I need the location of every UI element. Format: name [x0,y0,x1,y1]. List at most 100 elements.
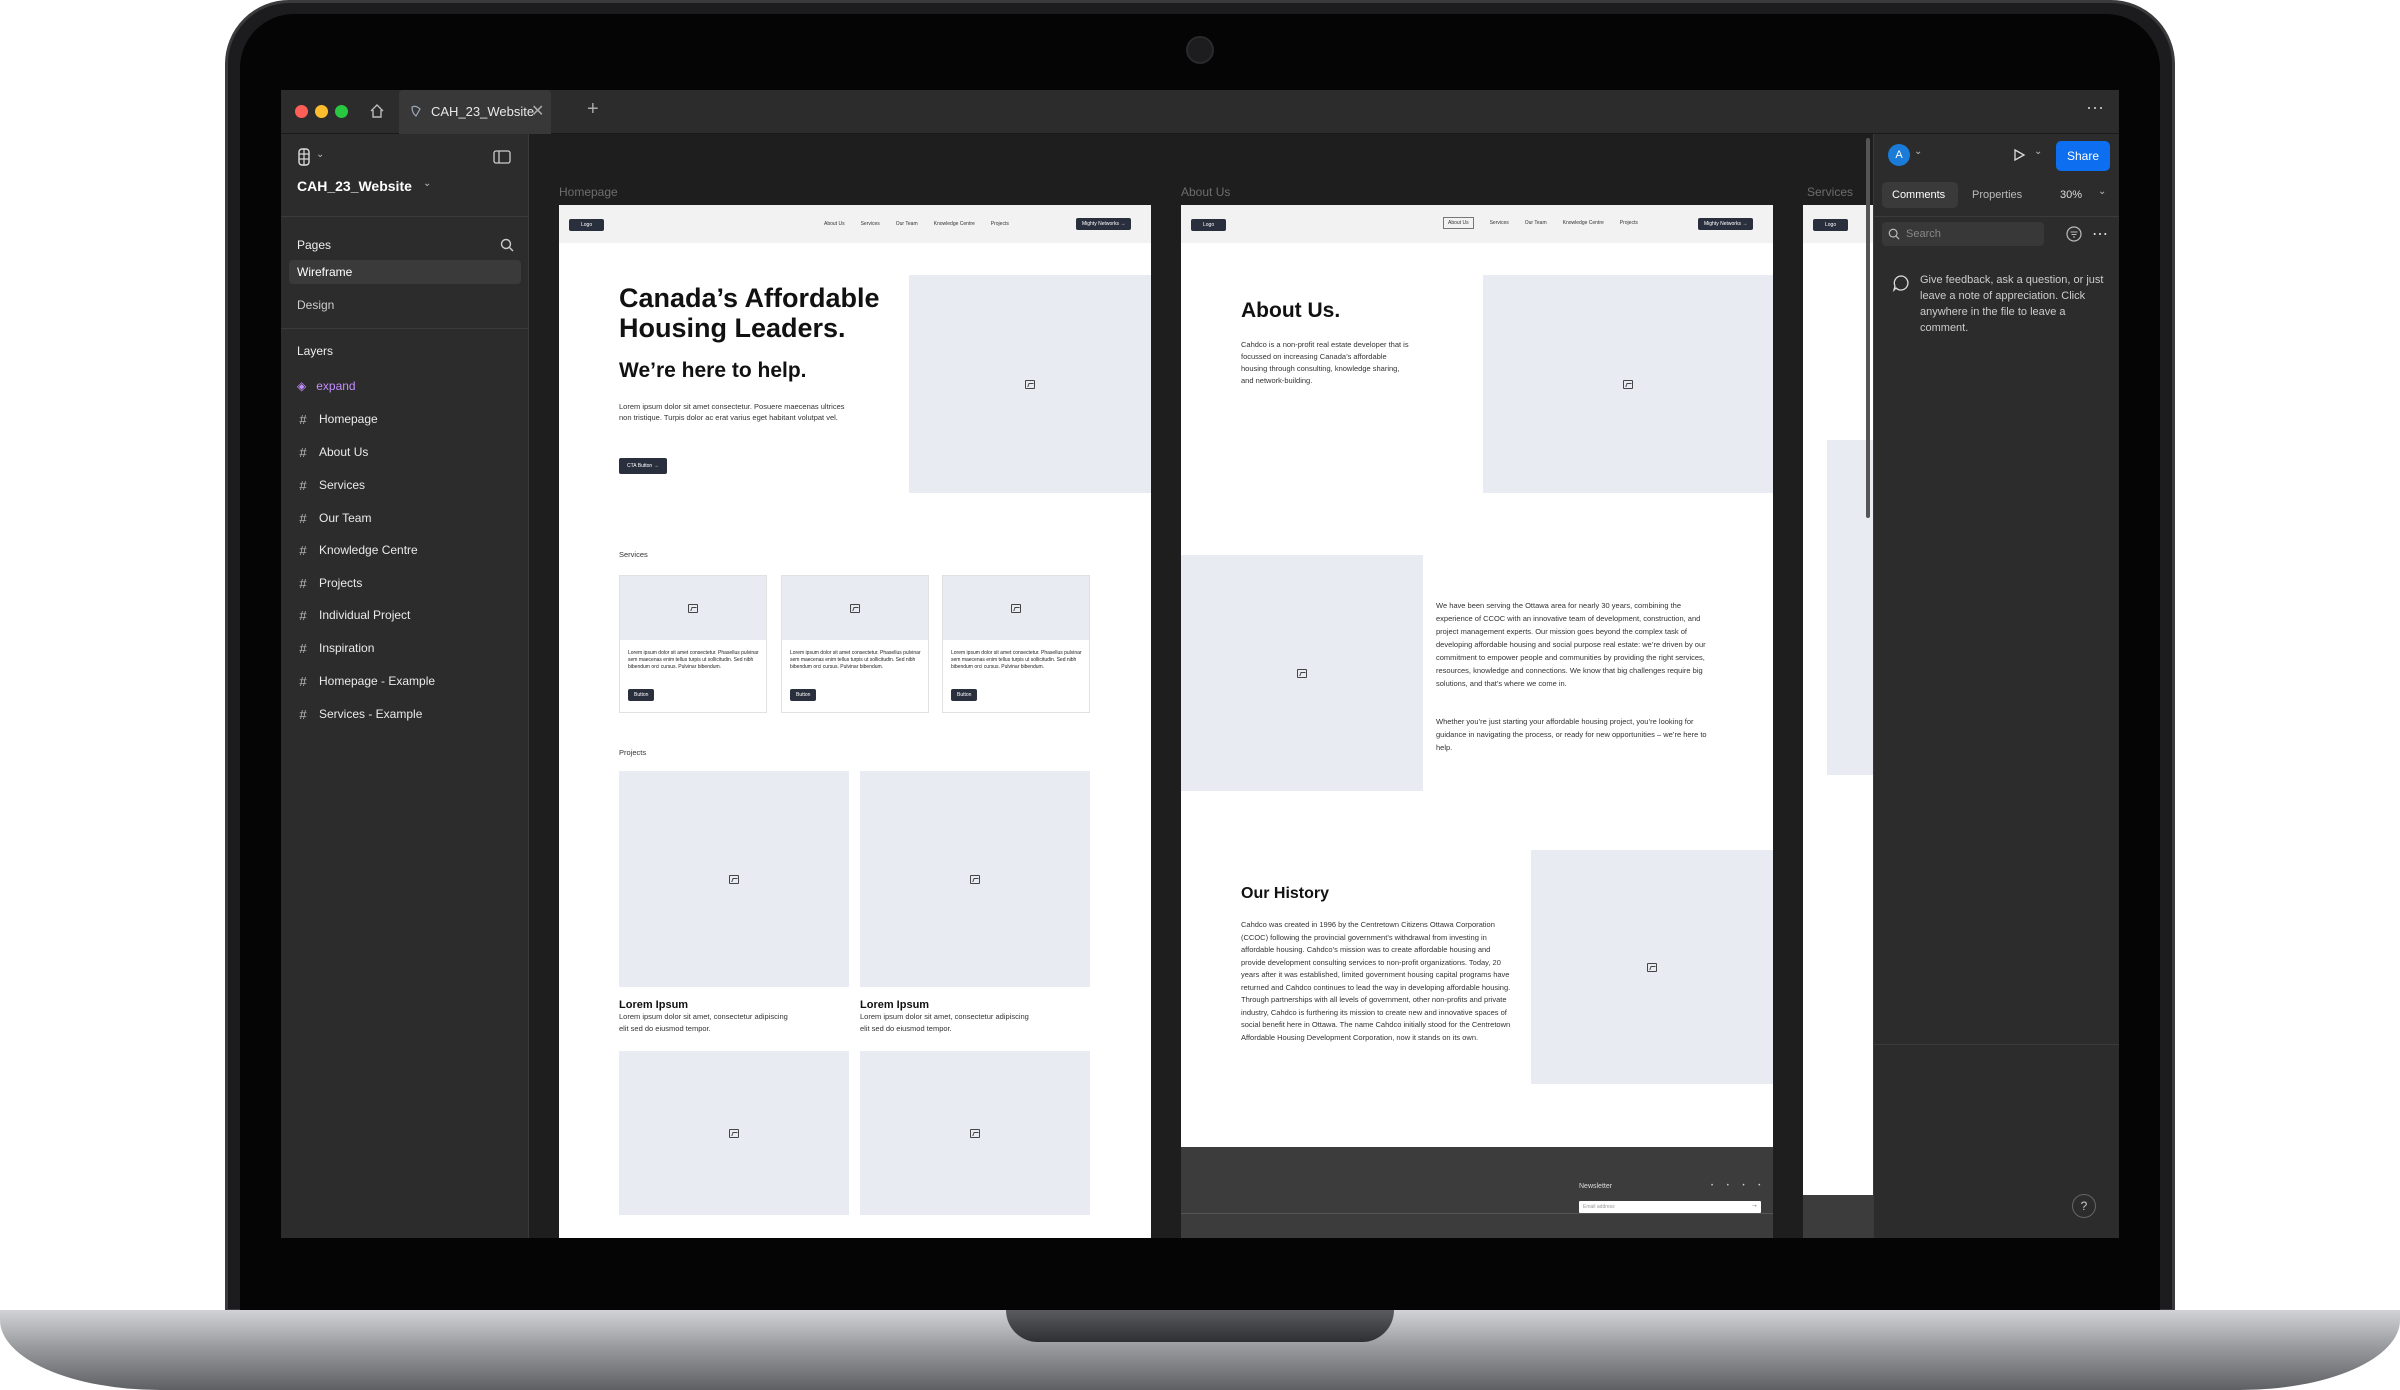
maximize-window-button[interactable] [335,105,348,118]
image-icon [729,1128,739,1138]
frame-icon: # [299,706,307,722]
logo: Logo [1191,219,1227,231]
frame-label-homepage[interactable]: Homepage [559,185,618,199]
avatar[interactable]: A [1888,144,1910,166]
layer-item-homepage-example[interactable]: # Homepage - Example [297,671,435,691]
layer-item-about-us[interactable]: # About Us [297,442,368,462]
chevron-down-icon[interactable]: ⌄ [2098,186,2106,197]
social-icons[interactable]: • • • • [1711,1183,1766,1189]
nav-link[interactable]: Our Team [1525,220,1547,226]
card-button[interactable]: Button [951,689,978,701]
chevron-down-icon[interactable]: ⌄ [2034,146,2042,157]
layer-item-knowledge-centre[interactable]: # Knowledge Centre [297,540,417,560]
laptop-mockup: CAH_23_Website ✕ + ⋯ ⌄ CAH_23_Website ⌄ … [0,0,2400,1390]
frame-label-about-us[interactable]: About Us [1181,185,1230,199]
about-title: About Us. [1241,299,1341,322]
search-icon[interactable] [500,238,514,252]
nav-link[interactable]: Projects [991,221,1009,227]
layer-item-expand[interactable]: ◈ expand [297,376,356,396]
about-image-placeholder [1483,275,1773,493]
help-button[interactable]: ? [2072,1194,2096,1218]
project-image-placeholder [619,771,849,987]
layer-item-individual-project[interactable]: # Individual Project [297,605,410,625]
layer-item-homepage[interactable]: # Homepage [297,409,377,429]
comments-hint: Give feedback, ask a question, or just l… [1920,274,2104,334]
frame-icon: # [299,575,307,591]
nav-link[interactable]: Services [1490,220,1509,226]
right-panel: A ⌄ ⌄ Share Comments Properties 30% ⌄ Se… [1873,134,2119,1238]
logo: Logo [569,219,605,231]
new-tab-icon[interactable]: + [587,98,599,121]
tab-properties[interactable]: Properties [1972,189,2022,201]
nav-link[interactable]: Projects [1620,220,1638,226]
card-button[interactable]: Button [790,689,817,701]
more-menu-icon[interactable]: ⋯ [2086,98,2105,119]
close-window-button[interactable] [295,105,308,118]
footer-divider [1181,1213,1773,1214]
comment-bubble-icon [1892,275,1909,292]
share-button[interactable]: Share [2056,141,2110,171]
zoom-level[interactable]: 30% [2060,189,2082,201]
canvas[interactable]: Homepage Logo About Us Services Our Team… [529,134,1873,1238]
email-input[interactable]: Email address → [1579,1201,1761,1213]
card-button[interactable]: Button [628,689,655,701]
service-card[interactable]: Lorem ipsum dolor sit amet consectetur. … [942,575,1090,713]
logo: Logo [1813,219,1849,231]
about-body: We have been serving the Ottawa area for… [1436,601,1706,688]
about-intro: Cahdco is a non-profit real estate devel… [1241,340,1409,385]
canvas-scrollbar[interactable] [1866,138,1870,518]
footer [1803,1195,1873,1238]
file-tab[interactable]: CAH_23_Website ✕ [399,90,551,134]
frame-services[interactable]: Logo [1803,205,1873,1238]
layer-item-our-team[interactable]: # Our Team [297,508,371,528]
tab-comments[interactable]: Comments [1882,182,1958,208]
nav-cta-button[interactable]: Mighty Networks → [1698,218,1754,230]
nav-cta-button[interactable]: Mighty Networks → [1076,218,1132,230]
chevron-down-icon[interactable]: ⌄ [423,178,431,189]
filter-icon[interactable] [2066,226,2082,242]
footer: Newsletter • • • • Email address → [1181,1147,1773,1238]
page-item-wireframe[interactable]: Wireframe [289,260,521,284]
layer-item-services[interactable]: # Services [297,475,365,495]
webcam [1186,36,1214,64]
search-placeholder: Search [1906,228,1941,240]
frame-icon: # [299,673,307,689]
service-card[interactable]: Lorem ipsum dolor sit amet consectetur. … [781,575,929,713]
divider [1874,1044,2119,1045]
chevron-down-icon[interactable]: ⌄ [1914,146,1922,157]
minimize-window-button[interactable] [315,105,328,118]
comments-search-input[interactable]: Search [1882,222,2044,246]
service-card[interactable]: Lorem ipsum dolor sit amet consectetur. … [619,575,767,713]
close-tab-icon[interactable]: ✕ [531,101,544,121]
frame-icon: # [299,510,307,526]
nav-link-active[interactable]: About Us [1443,217,1474,229]
layer-item-inspiration[interactable]: # Inspiration [297,638,374,658]
page-item-design[interactable]: Design [289,293,521,317]
nav-link[interactable]: Knowledge Centre [1563,220,1604,226]
toggle-panel-icon[interactable] [493,150,511,164]
frame-icon: # [299,542,307,558]
layer-item-projects[interactable]: # Projects [297,573,362,593]
frame-label-services[interactable]: Services [1807,185,1853,199]
image-icon [1011,603,1021,613]
layer-item-services-example[interactable]: # Services - Example [297,704,422,724]
card-text: Lorem ipsum dolor sit amet consectetur. … [790,650,921,670]
home-icon[interactable] [369,103,385,119]
nav-link[interactable]: Knowledge Centre [934,221,975,227]
nav-link[interactable]: Our Team [896,221,918,227]
frame-homepage[interactable]: Logo About Us Services Our Team Knowledg… [559,205,1151,1238]
present-play-icon[interactable] [2012,148,2026,162]
nav-link[interactable]: About Us [824,221,845,227]
history-body: Cahdco was created in 1996 by the Centre… [1241,920,1511,1042]
image-icon [729,874,739,884]
frame-about-us[interactable]: Logo About Us Services Our Team Knowledg… [1181,205,1773,1238]
file-name[interactable]: CAH_23_Website [297,178,412,194]
figma-menu-icon[interactable] [297,148,313,166]
nav-link[interactable]: Services [861,221,880,227]
pages-header: Pages [297,238,332,252]
more-options-icon[interactable]: ⋯ [2092,224,2108,244]
chevron-down-icon[interactable]: ⌄ [316,149,324,160]
cta-button[interactable]: CTA Button → [619,458,667,474]
divider [281,216,529,217]
submit-arrow-icon[interactable]: → [1751,1202,1758,1209]
